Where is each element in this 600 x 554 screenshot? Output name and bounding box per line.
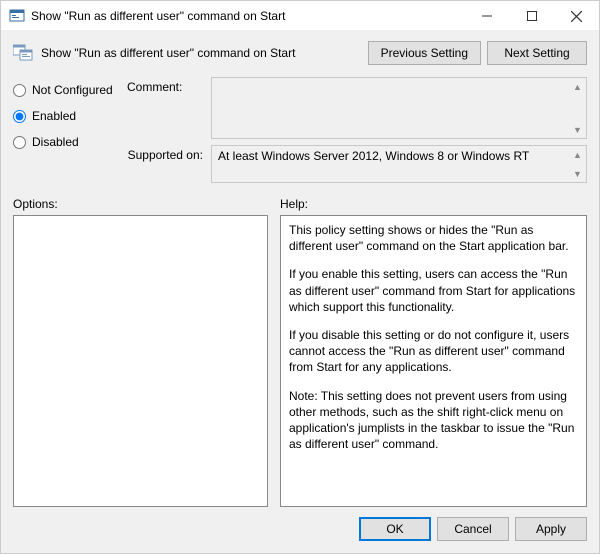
radio-enabled[interactable]: Enabled xyxy=(13,109,123,123)
scroll-up-icon[interactable]: ▲ xyxy=(570,147,585,162)
help-label: Help: xyxy=(280,197,308,211)
radio-enabled-input[interactable] xyxy=(13,110,26,123)
options-label: Options: xyxy=(13,197,268,211)
radio-enabled-label: Enabled xyxy=(32,109,76,123)
header-row: Show "Run as different user" command on … xyxy=(1,31,599,71)
radio-not-configured[interactable]: Not Configured xyxy=(13,83,123,97)
help-panel: This policy setting shows or hides the "… xyxy=(280,215,587,507)
policy-icon xyxy=(13,44,33,62)
scroll-down-icon[interactable]: ▼ xyxy=(570,166,585,181)
maximize-button[interactable] xyxy=(509,1,554,31)
window-title: Show "Run as different user" command on … xyxy=(31,9,464,23)
scroll-down-icon[interactable]: ▼ xyxy=(570,122,585,137)
scroll-up-icon[interactable]: ▲ xyxy=(570,79,585,94)
comment-field[interactable]: ▲ ▼ xyxy=(211,77,587,139)
minimize-button[interactable] xyxy=(464,1,509,31)
help-paragraph: If you enable this setting, users can ac… xyxy=(289,266,578,315)
supported-on-text: At least Windows Server 2012, Windows 8 … xyxy=(218,149,529,163)
supported-on-label: Supported on: xyxy=(127,139,207,183)
options-panel xyxy=(13,215,268,507)
help-paragraph: If you disable this setting or do not co… xyxy=(289,327,578,376)
comment-label: Comment: xyxy=(127,77,207,139)
app-icon xyxy=(9,8,25,24)
policy-title: Show "Run as different user" command on … xyxy=(41,46,368,60)
radio-not-configured-label: Not Configured xyxy=(32,83,113,97)
apply-button[interactable]: Apply xyxy=(515,517,587,541)
help-paragraph: Note: This setting does not prevent user… xyxy=(289,388,578,453)
help-paragraph: This policy setting shows or hides the "… xyxy=(289,222,578,254)
radio-disabled-input[interactable] xyxy=(13,136,26,149)
close-button[interactable] xyxy=(554,1,599,31)
dialog-footer: OK Cancel Apply xyxy=(1,507,599,553)
supported-on-field: At least Windows Server 2012, Windows 8 … xyxy=(211,145,587,183)
next-setting-button[interactable]: Next Setting xyxy=(487,41,587,65)
previous-setting-button[interactable]: Previous Setting xyxy=(368,41,481,65)
cancel-button[interactable]: Cancel xyxy=(437,517,509,541)
window-controls xyxy=(464,1,599,30)
ok-button[interactable]: OK xyxy=(359,517,431,541)
radio-disabled-label: Disabled xyxy=(32,135,79,149)
radio-not-configured-input[interactable] xyxy=(13,84,26,97)
state-radio-group: Not Configured Enabled Disabled xyxy=(13,77,123,183)
title-bar: Show "Run as different user" command on … xyxy=(1,1,599,31)
radio-disabled[interactable]: Disabled xyxy=(13,135,123,149)
dialog-content: Show "Run as different user" command on … xyxy=(1,31,599,553)
